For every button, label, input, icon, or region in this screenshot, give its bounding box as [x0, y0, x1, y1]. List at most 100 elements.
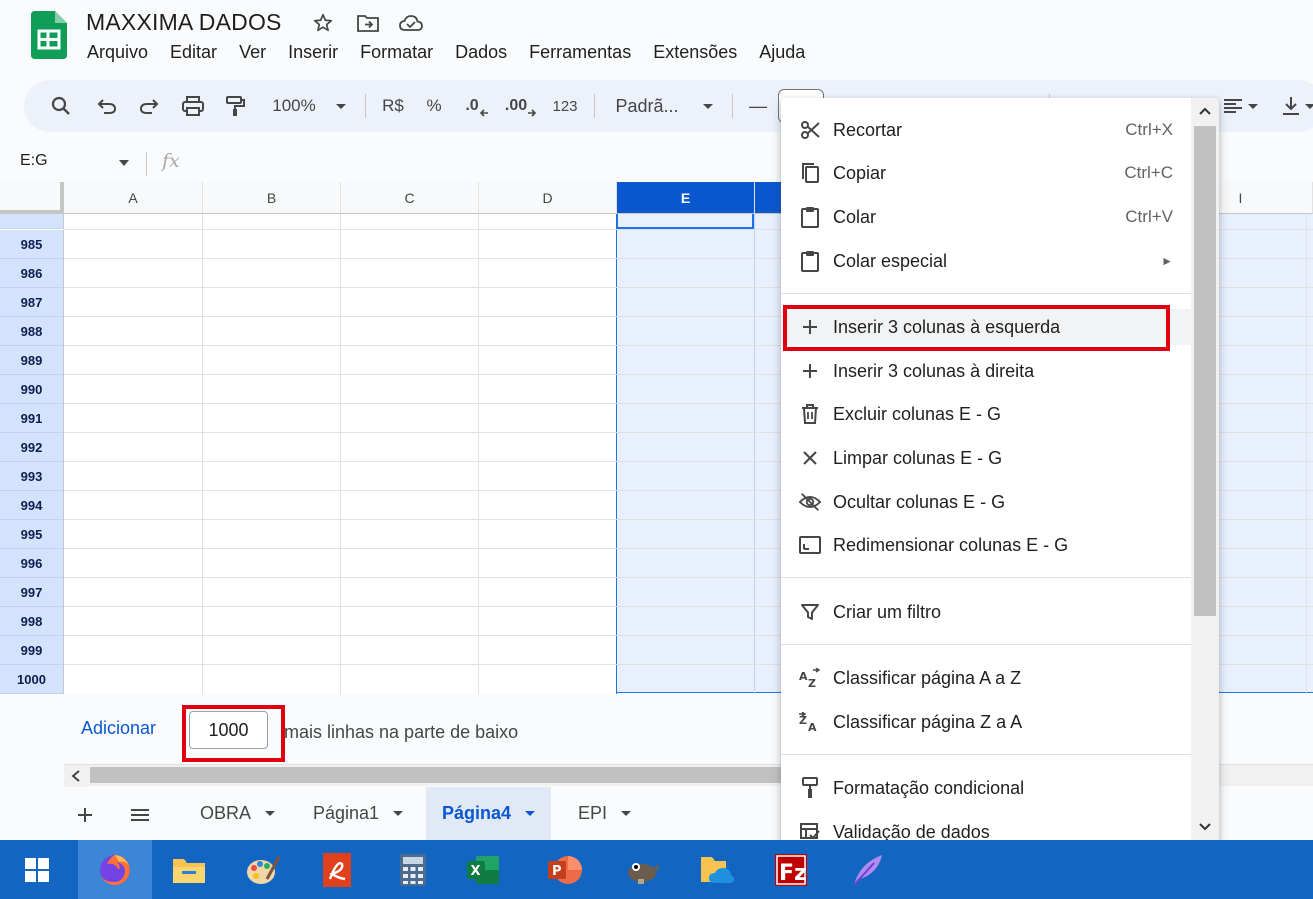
- row-header[interactable]: 986: [0, 259, 64, 288]
- select-all-corner[interactable]: [0, 182, 64, 214]
- star-icon[interactable]: [310, 11, 336, 35]
- menu-scroll-thumb[interactable]: [1194, 126, 1216, 616]
- row-header-984[interactable]: [0, 214, 64, 229]
- print-icon[interactable]: [176, 80, 210, 132]
- file-explorer-icon[interactable]: [152, 840, 226, 899]
- menu-item-sort-a-z[interactable]: AZ Classificar página A a Z: [781, 660, 1191, 696]
- column-header-e[interactable]: E: [617, 182, 755, 214]
- menu-item-paste[interactable]: Colar Ctrl+V: [781, 199, 1191, 235]
- calculator-icon[interactable]: [376, 840, 450, 899]
- onedrive-folder-icon[interactable]: [680, 840, 754, 899]
- powerpoint-icon[interactable]: P: [528, 840, 602, 899]
- menu-item-conditional-formatting[interactable]: Formatação condicional: [781, 770, 1191, 806]
- undo-icon[interactable]: [90, 80, 124, 132]
- sheet-tab-epi[interactable]: EPI: [562, 787, 647, 840]
- row-header[interactable]: 992: [0, 433, 64, 462]
- menu-item-delete-columns[interactable]: Excluir colunas E - G: [781, 396, 1191, 432]
- feather-app-icon[interactable]: [830, 840, 904, 899]
- more-formats-button[interactable]: 123: [548, 80, 582, 132]
- document-title[interactable]: MAXXIMA DADOS: [86, 9, 282, 36]
- row-header[interactable]: 994: [0, 491, 64, 520]
- horizontal-scroll-thumb[interactable]: [90, 767, 830, 783]
- move-to-folder-icon[interactable]: [355, 11, 381, 35]
- paint-icon[interactable]: [226, 840, 300, 899]
- name-box-dropdown-icon[interactable]: [119, 160, 129, 166]
- column-header-c[interactable]: C: [341, 182, 479, 214]
- row-header[interactable]: 998: [0, 607, 64, 636]
- menu-item-copy[interactable]: Copiar Ctrl+C: [781, 155, 1191, 191]
- menu-ferramentas[interactable]: Ferramentas: [518, 40, 642, 66]
- all-sheets-menu-icon[interactable]: [126, 801, 154, 829]
- column-header-d[interactable]: D: [479, 182, 617, 214]
- row-header[interactable]: 987: [0, 288, 64, 317]
- row-header[interactable]: 990: [0, 375, 64, 404]
- row-header[interactable]: 997: [0, 578, 64, 607]
- resize-icon: [799, 534, 821, 556]
- menu-formatar[interactable]: Formatar: [349, 40, 444, 66]
- row-header[interactable]: 993: [0, 462, 64, 491]
- firefox-icon[interactable]: [78, 840, 152, 899]
- sheet-tab-pagina4[interactable]: Página4: [426, 787, 552, 840]
- menu-item-paste-special[interactable]: Colar especial ►: [781, 243, 1191, 279]
- pdf-app-icon[interactable]: [300, 840, 374, 899]
- paint-format-icon[interactable]: [218, 80, 252, 132]
- excel-icon[interactable]: X: [446, 840, 520, 899]
- menu-item-clear-columns[interactable]: Limpar colunas E - G: [781, 440, 1191, 476]
- scroll-down-icon[interactable]: [1191, 814, 1219, 840]
- decrease-font-size-button[interactable]: —: [744, 80, 772, 132]
- column-header-b[interactable]: B: [203, 182, 341, 214]
- sheet-tab-pagina1[interactable]: Página1: [297, 787, 419, 840]
- sheet-tab-obra[interactable]: OBRA: [184, 787, 291, 840]
- row-header[interactable]: 988: [0, 317, 64, 346]
- submenu-arrow-icon: ►: [1161, 254, 1173, 268]
- add-sheet-icon[interactable]: [71, 801, 99, 829]
- format-currency-button[interactable]: R$: [376, 80, 410, 132]
- menu-scrollbar[interactable]: [1191, 98, 1219, 843]
- name-box[interactable]: E:G: [20, 152, 48, 170]
- row-header[interactable]: 1000: [0, 665, 64, 694]
- row-header[interactable]: 999: [0, 636, 64, 665]
- scroll-left-icon[interactable]: [64, 765, 88, 787]
- menu-item-hide-columns[interactable]: Ocultar colunas E - G: [781, 484, 1191, 520]
- menu-item-cut[interactable]: Recortar Ctrl+X: [781, 112, 1191, 148]
- search-menus-icon[interactable]: [46, 80, 76, 132]
- row-header[interactable]: 995: [0, 520, 64, 549]
- menu-item-resize-columns[interactable]: Redimensionar colunas E - G: [781, 527, 1191, 563]
- gimp-icon[interactable]: [604, 840, 678, 899]
- cloud-saved-icon[interactable]: [398, 11, 424, 35]
- add-rows-button[interactable]: Adicionar: [81, 718, 156, 739]
- menu-item-data-validation[interactable]: Validação de dados: [781, 814, 1191, 843]
- windows-start-icon[interactable]: [0, 840, 74, 899]
- menu-extensoes[interactable]: Extensões: [642, 40, 748, 66]
- clipboard-icon: [799, 206, 821, 228]
- format-percent-button[interactable]: %: [420, 80, 448, 132]
- row-header[interactable]: 991: [0, 404, 64, 433]
- menu-ver[interactable]: Ver: [228, 40, 277, 66]
- decrease-decimal-button[interactable]: .0: [460, 80, 494, 132]
- menu-item-sort-z-a[interactable]: ZA Classificar página Z a A: [781, 704, 1191, 740]
- vertical-align-button[interactable]: [1278, 80, 1313, 132]
- menu-inserir[interactable]: Inserir: [277, 40, 349, 66]
- svg-text:A: A: [808, 721, 817, 732]
- row-header[interactable]: 985: [0, 230, 64, 259]
- active-cell[interactable]: [616, 214, 754, 229]
- horizontal-align-button[interactable]: [1220, 80, 1260, 132]
- sheet-tab-label: OBRA: [200, 803, 252, 823]
- redo-icon[interactable]: [132, 80, 166, 132]
- column-header-a[interactable]: A: [64, 182, 203, 214]
- menu-item-create-filter[interactable]: Criar um filtro: [781, 594, 1191, 630]
- scroll-up-icon[interactable]: [1191, 98, 1219, 124]
- row-header[interactable]: 996: [0, 549, 64, 578]
- menu-arquivo[interactable]: Arquivo: [76, 40, 159, 66]
- menu-item-insert-columns-right[interactable]: Inserir 3 colunas à direita: [781, 353, 1191, 389]
- decrease-decimal-label: .0: [465, 97, 479, 114]
- menu-editar[interactable]: Editar: [159, 40, 228, 66]
- sheets-logo-icon[interactable]: [31, 11, 67, 59]
- zoom-select[interactable]: 100%: [264, 80, 354, 132]
- menu-ajuda[interactable]: Ajuda: [748, 40, 816, 66]
- increase-decimal-button[interactable]: .00: [502, 80, 540, 132]
- filezilla-icon[interactable]: Fz: [754, 840, 828, 899]
- row-header[interactable]: 989: [0, 346, 64, 375]
- font-family-select[interactable]: Padrã...: [608, 80, 720, 132]
- menu-dados[interactable]: Dados: [444, 40, 518, 66]
